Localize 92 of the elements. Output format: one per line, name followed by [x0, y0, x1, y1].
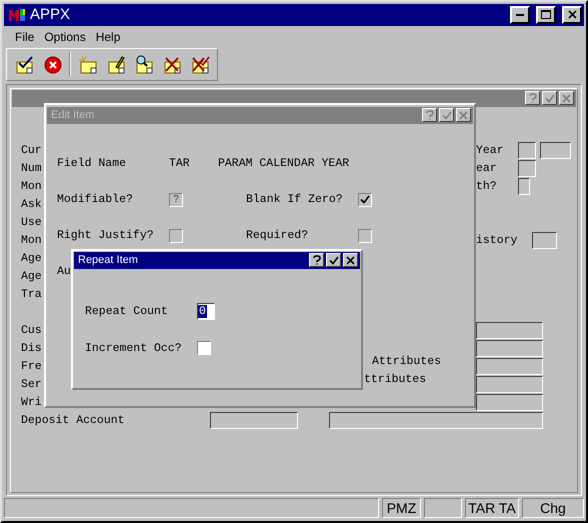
input-field[interactable]: [518, 160, 536, 178]
field-label: Fre: [21, 360, 43, 374]
field-label: Age: [21, 252, 43, 266]
pencil-card-icon: [106, 54, 126, 75]
help-icon: [312, 255, 320, 266]
checkbox-label: Required?: [246, 229, 310, 242]
checkbox[interactable]: [169, 228, 183, 243]
sparkle-card-icon: [78, 54, 98, 75]
field-label: Ser: [21, 378, 43, 392]
input-field[interactable]: [476, 340, 543, 358]
field-label: Deposit Account: [21, 414, 125, 428]
check-icon: [544, 94, 554, 103]
checkbox[interactable]: [358, 192, 372, 207]
field-label: Cur: [21, 144, 43, 158]
checkbox[interactable]: [358, 228, 372, 243]
maximize-icon: [541, 10, 551, 20]
input-field[interactable]: [518, 142, 536, 160]
field-label: Year: [476, 144, 505, 158]
input-field[interactable]: [328, 412, 543, 430]
status-panel: [424, 498, 462, 518]
close-icon: [459, 110, 468, 120]
close-icon: [346, 256, 355, 265]
checkbox-label: Blank If Zero?: [246, 193, 344, 206]
field-label: Field Name: [57, 157, 128, 170]
check-icon: [442, 110, 452, 120]
minimize-icon: [516, 14, 524, 16]
checkbox-label: Right Justify?: [57, 229, 155, 242]
menu-item[interactable]: Options: [39, 30, 91, 44]
field-value: PARAM CALENDAR YEAR: [218, 157, 350, 170]
input-field[interactable]: [476, 358, 543, 376]
close-button[interactable]: [456, 108, 471, 122]
help-button[interactable]: [422, 108, 437, 122]
input-field[interactable]: [540, 142, 571, 160]
ok-button[interactable]: [542, 91, 557, 106]
field-label: Ask: [21, 198, 43, 212]
ok-button[interactable]: [439, 108, 454, 122]
help-icon: [528, 93, 536, 104]
field-label: Dis: [21, 342, 43, 356]
cancel-icon: [42, 54, 62, 75]
menu-item[interactable]: Help: [90, 30, 126, 44]
field-label: Use: [21, 216, 43, 230]
help-button[interactable]: [309, 253, 324, 268]
input-field[interactable]: [476, 322, 543, 340]
input-field[interactable]: [476, 376, 543, 394]
field-label: Mon: [21, 180, 43, 194]
status-text: TAR TA: [465, 498, 519, 518]
query-box[interactable]: ?: [169, 192, 183, 207]
field-label: th?: [476, 180, 498, 194]
close-icon: [568, 10, 576, 20]
field-label: Attributes: [371, 354, 442, 370]
magnifier-card-icon: [134, 54, 154, 75]
field-label: Num: [21, 162, 43, 176]
input-field[interactable]: [532, 232, 557, 250]
minimize-button[interactable]: [510, 6, 530, 24]
check-icon: [360, 195, 370, 204]
field-label: Tra: [21, 288, 43, 302]
field-value: TAR: [169, 157, 191, 170]
window-title: APPX: [30, 6, 72, 24]
input-field[interactable]: 0: [197, 302, 215, 320]
menu-item[interactable]: File: [10, 30, 40, 44]
checkbox[interactable]: [197, 341, 211, 356]
dialog-title: Repeat Item: [78, 254, 139, 266]
dialog-title: Edit Item: [51, 109, 96, 122]
checkbox-label: Increment Occ?: [85, 342, 183, 355]
cross-check-card-icon: [190, 54, 210, 75]
status-text: PMZ: [382, 498, 421, 518]
help-button[interactable]: [525, 91, 540, 106]
input-field[interactable]: [210, 412, 298, 430]
input-field[interactable]: [476, 394, 543, 412]
field-label: Cus: [21, 324, 43, 338]
field-label: Repeat Count: [85, 304, 169, 318]
close-button[interactable]: [562, 6, 582, 24]
help-icon: [426, 110, 434, 120]
maximize-button[interactable]: [536, 6, 556, 24]
app-logo-icon: [8, 6, 26, 23]
field-label: istory: [476, 234, 518, 248]
close-icon: [562, 94, 571, 103]
field-label: ttributes: [363, 372, 428, 388]
check-card-icon: [14, 54, 34, 75]
check-icon: [328, 256, 338, 265]
field-label: Age: [21, 270, 43, 284]
close-button[interactable]: [559, 91, 574, 106]
checkbox-label: Modifiable?: [57, 193, 134, 206]
close-button[interactable]: [343, 253, 358, 268]
field-label: Au: [57, 264, 72, 280]
field-label: Mon: [21, 234, 43, 248]
input-field[interactable]: [518, 178, 530, 196]
status-text: Chg: [522, 498, 584, 518]
field-label: Wri: [21, 396, 43, 410]
toolbar-button[interactable]: [77, 53, 99, 76]
ok-button[interactable]: [326, 253, 341, 268]
field-label: ear: [476, 162, 498, 176]
